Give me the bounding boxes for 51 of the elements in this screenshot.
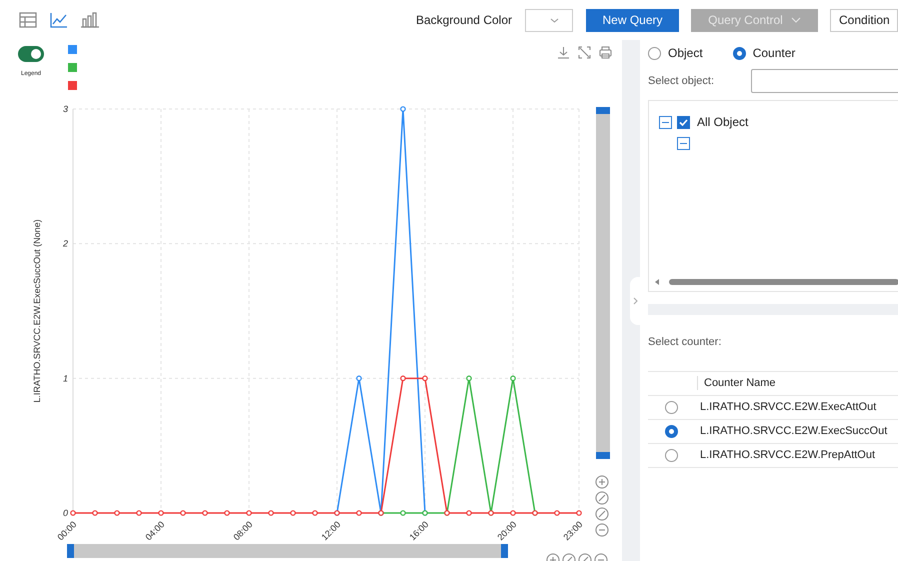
new-query-button[interactable]: New Query (586, 8, 679, 32)
select-counter-label: Select counter: (648, 335, 722, 350)
radio-button[interactable] (664, 448, 678, 462)
chevron-right-icon (632, 296, 638, 304)
select-object-label: Select object: (648, 74, 714, 89)
check-icon (679, 118, 688, 126)
y-tick-label: 2 (62, 238, 68, 249)
zoom-in-icon[interactable] (596, 476, 608, 488)
shrink-icon[interactable] (596, 508, 608, 520)
y-axis-title: L.IRATHO.SRVCC.E2W.ExecSuccOut (None) (32, 219, 42, 403)
y-tick-label: 0 (62, 508, 68, 518)
table-cell-text: L.IRATHO.SRVCC.E2W.PrepAttOut (699, 448, 876, 463)
bar-chart-icon[interactable] (81, 12, 99, 28)
scroll-left-icon[interactable] (655, 279, 660, 285)
background-color-label: Background Color (416, 12, 512, 29)
table-cell-text: L.IRATHO.SRVCC.E2W.ExecAttOut (699, 400, 876, 415)
y-tick-label: 3 (62, 104, 68, 114)
condition-button[interactable]: Condition (830, 8, 898, 32)
table-icon[interactable] (19, 12, 37, 28)
zoom-in-icon[interactable] (546, 554, 560, 561)
table-cell-text: L.IRATHO.SRVCC.E2W.ExecSuccOut (699, 424, 888, 439)
download-icon[interactable] (557, 46, 570, 59)
radio-label: Object (668, 45, 703, 62)
y-tick-label: 1 (62, 373, 68, 384)
print-icon[interactable] (599, 46, 612, 59)
collapse-icon[interactable] (659, 116, 672, 128)
column-header: Counter Name (703, 376, 776, 391)
radio-label: Counter (752, 45, 796, 62)
radio-button[interactable] (664, 400, 678, 414)
vertical-zoom-slider[interactable] (596, 107, 610, 459)
zoom-out-icon[interactable] (596, 524, 608, 536)
horizontal-zoom-slider[interactable] (67, 544, 508, 558)
object-search-field[interactable] (751, 69, 898, 93)
tree-node-label[interactable]: All Object (697, 113, 748, 131)
expand-icon[interactable] (562, 554, 576, 561)
collapse-handle[interactable] (630, 276, 640, 324)
collapse-icon[interactable] (677, 137, 690, 150)
expand-icon[interactable] (596, 492, 608, 504)
color-dropdown[interactable] (525, 8, 573, 32)
caret-icon (790, 17, 801, 23)
radio-button[interactable] (732, 46, 746, 60)
shrink-icon[interactable] (578, 554, 592, 561)
radio-button[interactable] (648, 46, 661, 60)
checkbox[interactable] (677, 116, 690, 128)
legend-toggle[interactable] (18, 46, 44, 62)
radio-button[interactable] (664, 424, 678, 438)
line-chart-icon[interactable] (50, 12, 68, 28)
fullscreen-icon[interactable] (578, 46, 591, 59)
horizontal-scrollbar[interactable] (655, 279, 898, 285)
caret-icon (550, 18, 559, 22)
zoom-out-icon[interactable] (594, 554, 608, 561)
